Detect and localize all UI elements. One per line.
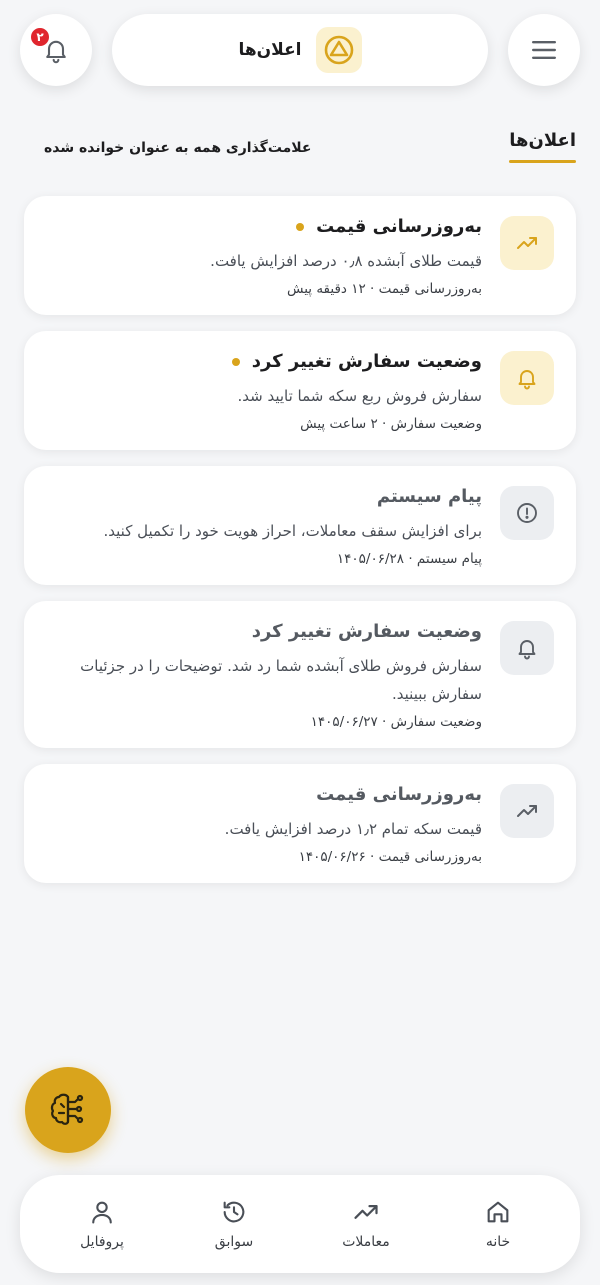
page-title-pill: اعلان‌ها — [112, 14, 488, 86]
notification-message: سفارش فروش ربع سکه شما تایید شد. — [237, 387, 482, 405]
bottom-navigation: خانه معاملات سوابق پروفایل — [20, 1175, 580, 1273]
history-icon — [223, 1201, 245, 1223]
notification-card[interactable]: وضعیت سفارش تغییر کرد سفارش فروش ربع سکه… — [24, 331, 576, 450]
notification-message: قیمت سکه تمام ۱٫۲ درصد افزایش یافت. — [224, 820, 482, 838]
notification-meta: به‌روزرسانی قیمت · ۱۴۰۵/۰۶/۲۶ — [298, 849, 482, 865]
notification-message: سفارش فروش طلای آبشده شما رد شد. توضیحات… — [80, 657, 482, 703]
trending-up-icon — [354, 1205, 378, 1219]
notification-title: وضعیت سفارش تغییر کرد — [251, 351, 482, 372]
notifications-button[interactable]: ۲ — [20, 14, 92, 86]
notification-card[interactable]: پیام سیستم برای افزایش سقف معاملات، احرا… — [24, 466, 576, 585]
notification-icon-box — [500, 784, 554, 838]
hamburger-icon — [532, 41, 556, 59]
user-icon — [92, 1201, 112, 1224]
notification-title: به‌روزرسانی قیمت — [316, 784, 482, 805]
notification-meta: وضعیت سفارش · ۱۴۰۵/۰۶/۲۷ — [310, 714, 482, 730]
notification-title: پیام سیستم — [376, 486, 482, 507]
notification-card[interactable]: وضعیت سفارش تغییر کرد سفارش فروش طلای آب… — [24, 601, 576, 748]
nav-trades[interactable]: معاملات — [311, 1198, 421, 1250]
app-logo — [315, 27, 362, 73]
bell-icon — [518, 640, 536, 660]
nav-history[interactable]: سوابق — [179, 1198, 289, 1250]
notification-icon-box — [500, 351, 554, 405]
notification-meta: پیام سیستم · ۱۴۰۵/۰۶/۲۸ — [336, 551, 482, 567]
mark-all-read-button[interactable]: علامت‌گذاری همه به عنوان خوانده شده — [44, 140, 312, 156]
trending-up-icon — [517, 237, 537, 249]
notification-meta: وضعیت سفارش · ۲ ساعت پیش — [300, 416, 482, 432]
notification-meta: به‌روزرسانی قیمت · ۱۲ دقیقه پیش — [286, 281, 482, 297]
notification-title: وضعیت سفارش تغییر کرد — [251, 621, 482, 642]
nav-history-label: سوابق — [214, 1234, 254, 1250]
notification-message: برای افزایش سقف معاملات، احراز هویت خود … — [103, 522, 482, 540]
notification-icon-box — [500, 621, 554, 675]
notifications-list: به‌روزرسانی قیمت قیمت طلای آبشده ۰٫۸ درص… — [24, 196, 576, 883]
unread-dot — [296, 222, 305, 231]
ai-assistant-button[interactable] — [25, 1067, 111, 1153]
notification-count-badge: ۲ — [29, 26, 51, 48]
notification-icon-box — [500, 216, 554, 270]
brain-circuit-icon — [50, 1093, 84, 1125]
notification-card[interactable]: به‌روزرسانی قیمت قیمت سکه تمام ۱٫۲ درصد … — [24, 764, 576, 883]
notification-message: قیمت طلای آبشده ۰٫۸ درصد افزایش یافت. — [210, 252, 482, 270]
page-title: اعلان‌ها — [238, 40, 302, 60]
tab-notifications[interactable]: اعلان‌ها — [509, 130, 576, 163]
logo-icon — [324, 35, 353, 65]
home-icon — [487, 1201, 509, 1223]
alert-circle-icon — [517, 503, 537, 523]
unread-dot — [231, 357, 240, 366]
menu-button[interactable] — [508, 14, 580, 86]
bell-icon — [518, 370, 536, 390]
notification-icon-box — [500, 486, 554, 540]
nav-profile-label: پروفایل — [80, 1234, 124, 1250]
notification-title: به‌روزرسانی قیمت — [316, 216, 482, 237]
nav-trades-label: معاملات — [342, 1234, 390, 1250]
trending-up-icon — [517, 805, 537, 817]
nav-home[interactable]: خانه — [443, 1198, 553, 1250]
nav-profile[interactable]: پروفایل — [47, 1198, 157, 1250]
notification-card[interactable]: به‌روزرسانی قیمت قیمت طلای آبشده ۰٫۸ درص… — [24, 196, 576, 315]
nav-home-label: خانه — [485, 1234, 511, 1250]
